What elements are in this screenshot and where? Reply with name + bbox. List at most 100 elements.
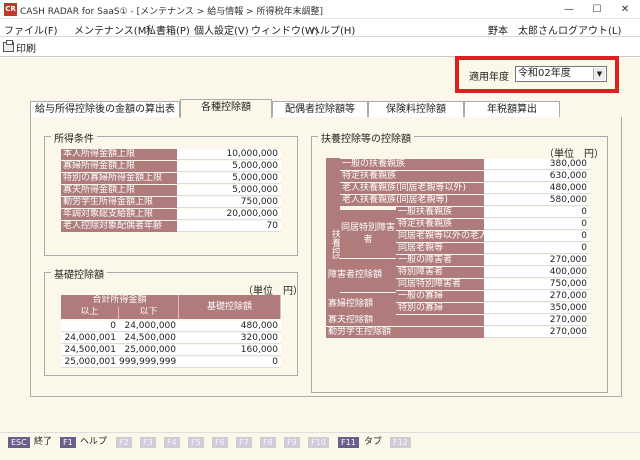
function-key-f3[interactable]: F3 xyxy=(140,437,156,448)
tab-annual-tax[interactable]: 年税額算出 xyxy=(464,101,560,117)
basic-max[interactable]: 999,999,999 xyxy=(119,357,179,368)
basic-amount[interactable]: 160,000 xyxy=(179,345,281,356)
basic-max[interactable]: 24,500,000 xyxy=(119,333,179,344)
condition-value[interactable]: 20,000,000 xyxy=(177,209,281,220)
dependent-label: 寡夫控除額 xyxy=(326,315,484,326)
condition-value[interactable]: 5,000,000 xyxy=(177,161,281,172)
user-name: 野本 太郎さん xyxy=(488,26,558,37)
function-key-f5[interactable]: F5 xyxy=(188,437,204,448)
fiscal-year-select[interactable]: 令和02年度 ▼ xyxy=(515,66,607,82)
minimize-button[interactable]: — xyxy=(556,3,582,16)
dependent-label: 同居老親等以外の老人 xyxy=(396,231,484,242)
function-key-f9[interactable]: F9 xyxy=(284,437,300,448)
tab-spouse-deduction[interactable]: 配偶者控除額等 xyxy=(272,101,368,117)
status-bar: ESC 終了 F1 ヘルプ F2 F3 F4 F5 F6 F7 F8 F9 F10 F11 タブ F12 xyxy=(0,432,640,460)
side-label-disabled: 障害者控除額 xyxy=(326,259,396,292)
menu-window[interactable]: ウィンドウ(W) xyxy=(251,22,319,37)
close-button[interactable]: ✕ xyxy=(612,3,638,16)
dependent-value[interactable]: 0 xyxy=(484,231,590,242)
condition-value[interactable]: 5,000,000 xyxy=(177,173,281,184)
basic-max[interactable]: 25,000,000 xyxy=(119,345,179,356)
condition-label: 特別の寡婦所得金額上限 xyxy=(61,173,177,184)
dependent-value[interactable]: 750,000 xyxy=(484,279,590,290)
dependent-label: 特定扶養親族 xyxy=(340,171,484,182)
print-button[interactable]: 印刷 xyxy=(3,40,36,55)
dependent-label: 特別障害者 xyxy=(396,267,484,278)
condition-value[interactable]: 5,000,000 xyxy=(177,185,281,196)
menu-help[interactable]: ヘルプ(H) xyxy=(310,22,355,37)
logout-link[interactable]: ログアウト(L) xyxy=(558,22,621,37)
function-key-label: タブ xyxy=(364,437,383,447)
dependent-label: 一般の障害者 xyxy=(396,255,484,266)
menu-personal-settings[interactable]: 個人設定(V) xyxy=(194,22,249,37)
tab-insurance-deduction[interactable]: 保険料控除額 xyxy=(368,101,464,117)
function-key-f11[interactable]: F11 xyxy=(338,437,359,448)
condition-label: 年調対象総支給額上限 xyxy=(61,209,177,220)
dependent-label: 特定扶養親族 xyxy=(396,219,484,230)
dependent-label: 一般扶養親族 xyxy=(396,207,484,218)
restore-button[interactable]: ☐ xyxy=(584,3,610,16)
function-key-f6[interactable]: F6 xyxy=(212,437,228,448)
chevron-down-icon[interactable]: ▼ xyxy=(593,68,605,80)
dependent-label: 同居老親等 xyxy=(396,243,484,254)
function-key-label: 終了 xyxy=(34,437,53,447)
condition-value[interactable]: 10,000,000 xyxy=(177,149,281,160)
income-conditions-group: 所得条件 本人所得金額上限 10,000,000 寡婦所得金額上限 5,000,000… xyxy=(44,130,298,256)
income-conditions-title: 所得条件 xyxy=(51,130,97,145)
dependent-label: 同居特別障害者 xyxy=(396,279,484,290)
basic-deduction-group: 基礎控除額 （単位 円） 合計所得金額 以上 以下 基礎控除額 0 24,000,… xyxy=(44,266,303,376)
basic-max[interactable]: 24,000,000 xyxy=(119,321,179,332)
basic-amount[interactable]: 320,000 xyxy=(179,333,281,344)
dependent-label: 老人扶養親族(同居老親等) xyxy=(340,195,484,206)
menu-maintenance[interactable]: メンテナンス(M) xyxy=(74,22,150,37)
dependent-value[interactable]: 380,000 xyxy=(484,159,590,170)
condition-value[interactable]: 70 xyxy=(177,221,281,232)
printer-icon xyxy=(3,40,14,52)
function-key-f2[interactable]: F2 xyxy=(116,437,132,448)
basic-amount[interactable]: 0 xyxy=(179,357,281,368)
dependent-value[interactable]: 270,000 xyxy=(484,291,590,302)
dependent-label: 勤労学生控除額 xyxy=(326,327,484,338)
dependent-value[interactable]: 350,000 xyxy=(484,303,590,314)
fiscal-year-label: 適用年度 xyxy=(469,72,509,83)
condition-value[interactable]: 750,000 xyxy=(177,197,281,208)
window-title: CASH RADAR for SaaS① - [メンテナンス > 給与情報 > … xyxy=(20,7,323,17)
side-label-cohabiting: 同居特別障害者 xyxy=(340,210,396,258)
dependent-value[interactable]: 270,000 xyxy=(484,255,590,266)
dependent-label: 老人扶養親族(同居老親等以外) xyxy=(340,183,484,194)
function-key-f12[interactable]: F12 xyxy=(390,437,411,448)
header-amount: 基礎控除額 xyxy=(179,295,281,319)
menu-mailbox[interactable]: 私書箱(P) xyxy=(146,22,190,37)
fiscal-year-value: 令和02年度 xyxy=(518,68,571,79)
menu-bar: ファイル(F) メンテナンス(M) 私書箱(P) 個人設定(V) ウィンドウ(W… xyxy=(0,19,640,37)
function-key-f10[interactable]: F10 xyxy=(308,437,329,448)
function-key-f7[interactable]: F7 xyxy=(236,437,252,448)
dependent-value[interactable]: 580,000 xyxy=(484,195,590,206)
toolbar: 印刷 xyxy=(0,37,640,57)
menu-file[interactable]: ファイル(F) xyxy=(4,22,58,37)
basic-min[interactable]: 0 xyxy=(61,321,119,332)
basic-min[interactable]: 25,000,001 xyxy=(61,357,119,368)
function-key-f1[interactable]: F1 xyxy=(60,437,76,448)
basic-amount[interactable]: 480,000 xyxy=(179,321,281,332)
basic-min[interactable]: 24,000,001 xyxy=(61,333,119,344)
basic-min[interactable]: 24,500,001 xyxy=(61,345,119,356)
dependent-value[interactable]: 0 xyxy=(484,219,590,230)
dependent-value[interactable]: 270,000 xyxy=(484,327,590,338)
dependent-value[interactable]: 400,000 xyxy=(484,267,590,278)
dependent-value[interactable]: 0 xyxy=(484,243,590,254)
tab-panel: 所得条件 本人所得金額上限 10,000,000 寡婦所得金額上限 5,000,000… xyxy=(30,117,622,397)
dependent-label: 特別の寡婦 xyxy=(396,303,484,314)
tab-salary-income[interactable]: 給与所得控除後の金額の算出表 xyxy=(30,101,180,117)
dependent-value[interactable]: 270,000 xyxy=(484,315,590,326)
function-key-f8[interactable]: F8 xyxy=(260,437,276,448)
dependent-value[interactable]: 630,000 xyxy=(484,171,590,182)
header-max: 以下 xyxy=(119,307,179,319)
tab-deductions[interactable]: 各種控除額 xyxy=(180,99,272,118)
dependent-value[interactable]: 480,000 xyxy=(484,183,590,194)
title-bar: CR CASH RADAR for SaaS① - [メンテナンス > 給与情報… xyxy=(0,0,640,19)
dependent-value[interactable]: 0 xyxy=(484,207,590,218)
function-key-esc[interactable]: ESC xyxy=(8,437,30,448)
function-key-f4[interactable]: F4 xyxy=(164,437,180,448)
app-logo-icon: CR xyxy=(4,3,17,16)
